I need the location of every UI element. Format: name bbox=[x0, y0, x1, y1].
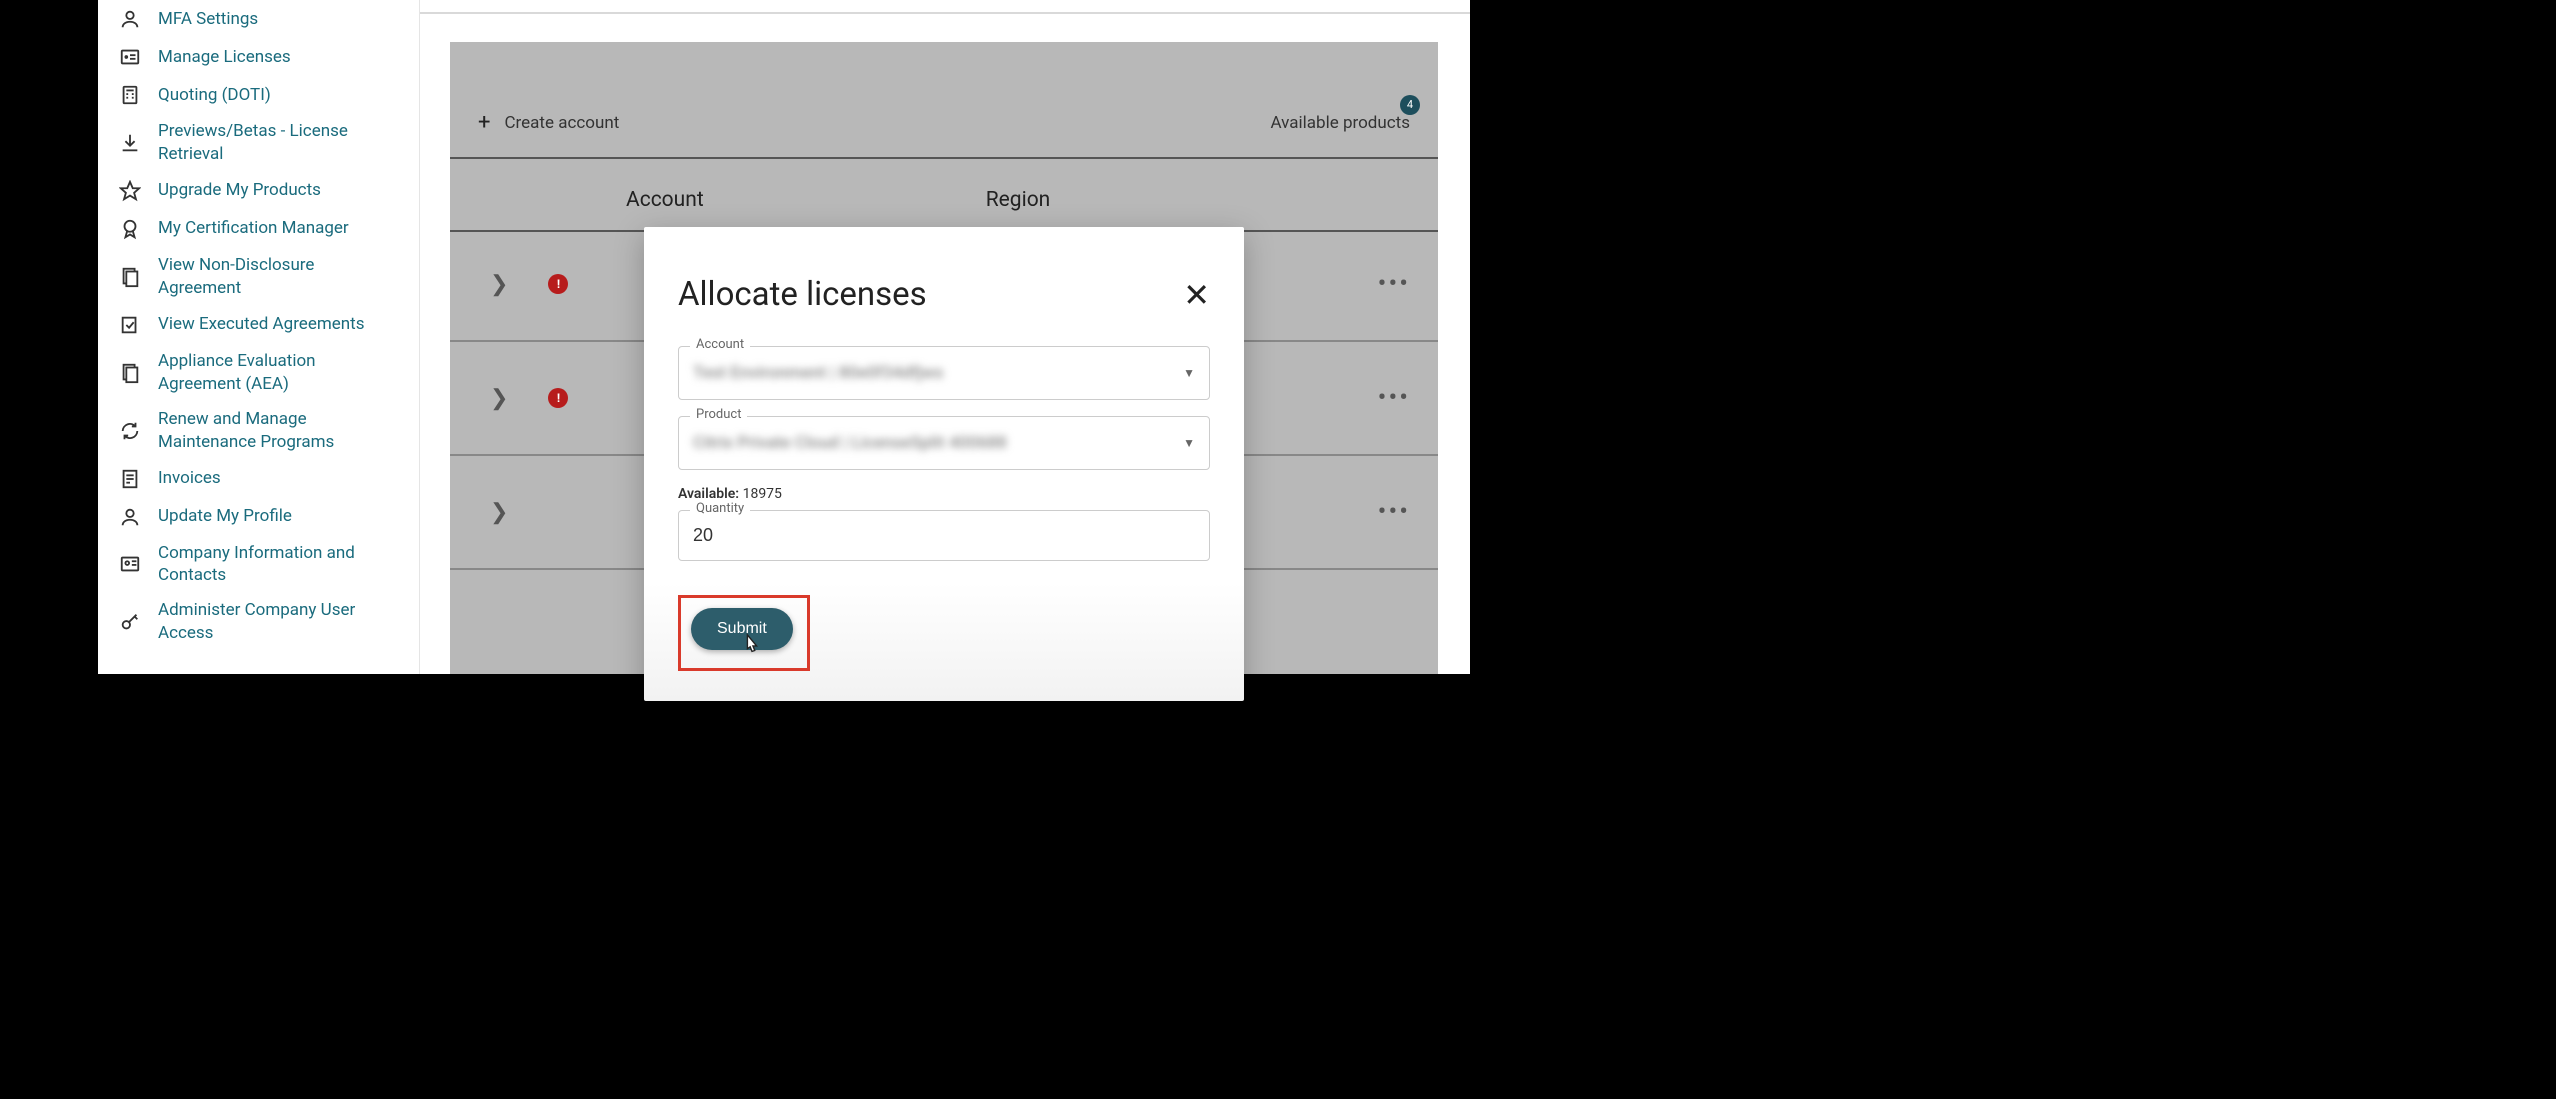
account-field-value: Test Environment | 80e0f34dfjws bbox=[693, 363, 943, 383]
contact-card-icon bbox=[118, 552, 142, 576]
sidebar-item-previews[interactable]: Previews/Betas - License Retrieval bbox=[98, 114, 419, 172]
calculator-icon bbox=[118, 83, 142, 107]
invoice-icon bbox=[118, 467, 142, 491]
available-products-label: Available products bbox=[1271, 113, 1411, 133]
key-icon bbox=[118, 610, 142, 634]
sidebar-item-quoting[interactable]: Quoting (DOTI) bbox=[98, 76, 419, 114]
account-field-label: Account bbox=[690, 337, 750, 352]
chevron-down-icon: ▼ bbox=[1183, 436, 1195, 450]
sidebar-item-label: Quoting (DOTI) bbox=[158, 84, 271, 107]
sidebar-item-label: View Non-Disclosure Agreement bbox=[158, 254, 401, 300]
sidebar-item-label: MFA Settings bbox=[158, 8, 258, 31]
submit-highlight: Submit bbox=[678, 595, 810, 671]
sidebar-item-renew[interactable]: Renew and Manage Maintenance Programs bbox=[98, 402, 419, 460]
available-products-link[interactable]: Available products 4 bbox=[1271, 113, 1411, 133]
user-icon bbox=[118, 505, 142, 529]
product-field-value: Citrix Private Cloud | LicenseSplit 4006… bbox=[693, 433, 1007, 453]
sidebar-item-label: Invoices bbox=[158, 467, 221, 490]
sidebar-item-aea[interactable]: Appliance Evaluation Agreement (AEA) bbox=[98, 344, 419, 402]
row-menu-button[interactable]: ••• bbox=[1378, 269, 1410, 299]
sidebar-item-mfa[interactable]: MFA Settings bbox=[98, 0, 419, 38]
quantity-input[interactable] bbox=[678, 510, 1210, 561]
expand-row-icon[interactable]: ❯ bbox=[490, 272, 508, 297]
badge-icon bbox=[118, 217, 142, 241]
accounts-toolbar: + Create account Available products 4 bbox=[450, 68, 1438, 159]
submit-button[interactable]: Submit bbox=[691, 608, 793, 650]
product-field[interactable]: Product Citrix Private Cloud | LicenseSp… bbox=[678, 416, 1210, 470]
sidebar-item-label: Appliance Evaluation Agreement (AEA) bbox=[158, 350, 401, 396]
sidebar-item-label: Previews/Betas - License Retrieval bbox=[158, 120, 401, 166]
user-icon bbox=[118, 7, 142, 31]
license-icon bbox=[118, 45, 142, 69]
sidebar-item-manage-licenses[interactable]: Manage Licenses bbox=[98, 38, 419, 76]
chevron-down-icon: ▼ bbox=[1183, 366, 1195, 380]
modal-title: Allocate licenses bbox=[678, 275, 927, 314]
sidebar: MFA Settings Manage Licenses Quoting (DO… bbox=[98, 0, 420, 674]
sidebar-item-upgrade[interactable]: Upgrade My Products bbox=[98, 172, 419, 210]
refresh-icon bbox=[118, 419, 142, 443]
expand-row-icon[interactable]: ❯ bbox=[490, 386, 508, 411]
row-menu-button[interactable]: ••• bbox=[1378, 383, 1410, 413]
document-icon bbox=[118, 265, 142, 289]
alert-icon: ! bbox=[548, 388, 568, 408]
create-account-label: Create account bbox=[504, 113, 619, 133]
star-icon bbox=[118, 179, 142, 203]
document-check-icon bbox=[118, 313, 142, 337]
sidebar-item-nda[interactable]: View Non-Disclosure Agreement bbox=[98, 248, 419, 306]
alert-icon: ! bbox=[548, 274, 568, 294]
sidebar-item-label: My Certification Manager bbox=[158, 217, 349, 240]
sidebar-item-company-info[interactable]: Company Information and Contacts bbox=[98, 536, 419, 594]
document-icon bbox=[118, 361, 142, 385]
sidebar-item-profile[interactable]: Update My Profile bbox=[98, 498, 419, 536]
row-menu-button[interactable]: ••• bbox=[1378, 497, 1410, 527]
product-field-label: Product bbox=[690, 407, 747, 422]
quantity-field[interactable]: Quantity bbox=[678, 510, 1210, 561]
expand-row-icon[interactable]: ❯ bbox=[490, 500, 508, 525]
sidebar-item-label: Manage Licenses bbox=[158, 46, 291, 69]
sidebar-item-label: Update My Profile bbox=[158, 505, 292, 528]
sidebar-item-certification[interactable]: My Certification Manager bbox=[98, 210, 419, 248]
sidebar-item-label: Company Information and Contacts bbox=[158, 542, 401, 588]
sidebar-item-label: Renew and Manage Maintenance Programs bbox=[158, 408, 401, 454]
sidebar-item-invoices[interactable]: Invoices bbox=[98, 460, 419, 498]
quantity-field-label: Quantity bbox=[690, 501, 750, 516]
sidebar-item-label: Upgrade My Products bbox=[158, 179, 321, 202]
account-field[interactable]: Account Test Environment | 80e0f34dfjws … bbox=[678, 346, 1210, 400]
sidebar-item-label: Administer Company User Access bbox=[158, 599, 401, 645]
create-account-button[interactable]: + Create account bbox=[478, 110, 619, 135]
available-products-badge: 4 bbox=[1400, 95, 1420, 115]
column-header-region: Region bbox=[986, 188, 1051, 212]
close-icon[interactable]: ✕ bbox=[1183, 276, 1210, 314]
download-icon bbox=[118, 131, 142, 155]
available-count: Available: 18975 bbox=[678, 486, 1210, 502]
sidebar-item-executed-agreements[interactable]: View Executed Agreements bbox=[98, 306, 419, 344]
plus-icon: + bbox=[478, 110, 490, 135]
allocate-licenses-modal: Allocate licenses ✕ Account Test Environ… bbox=[644, 227, 1244, 701]
accounts-table-header: Account Region bbox=[450, 170, 1438, 232]
column-header-account: Account bbox=[626, 188, 704, 212]
sidebar-item-label: View Executed Agreements bbox=[158, 313, 364, 336]
sidebar-item-admin-users[interactable]: Administer Company User Access bbox=[98, 593, 419, 651]
